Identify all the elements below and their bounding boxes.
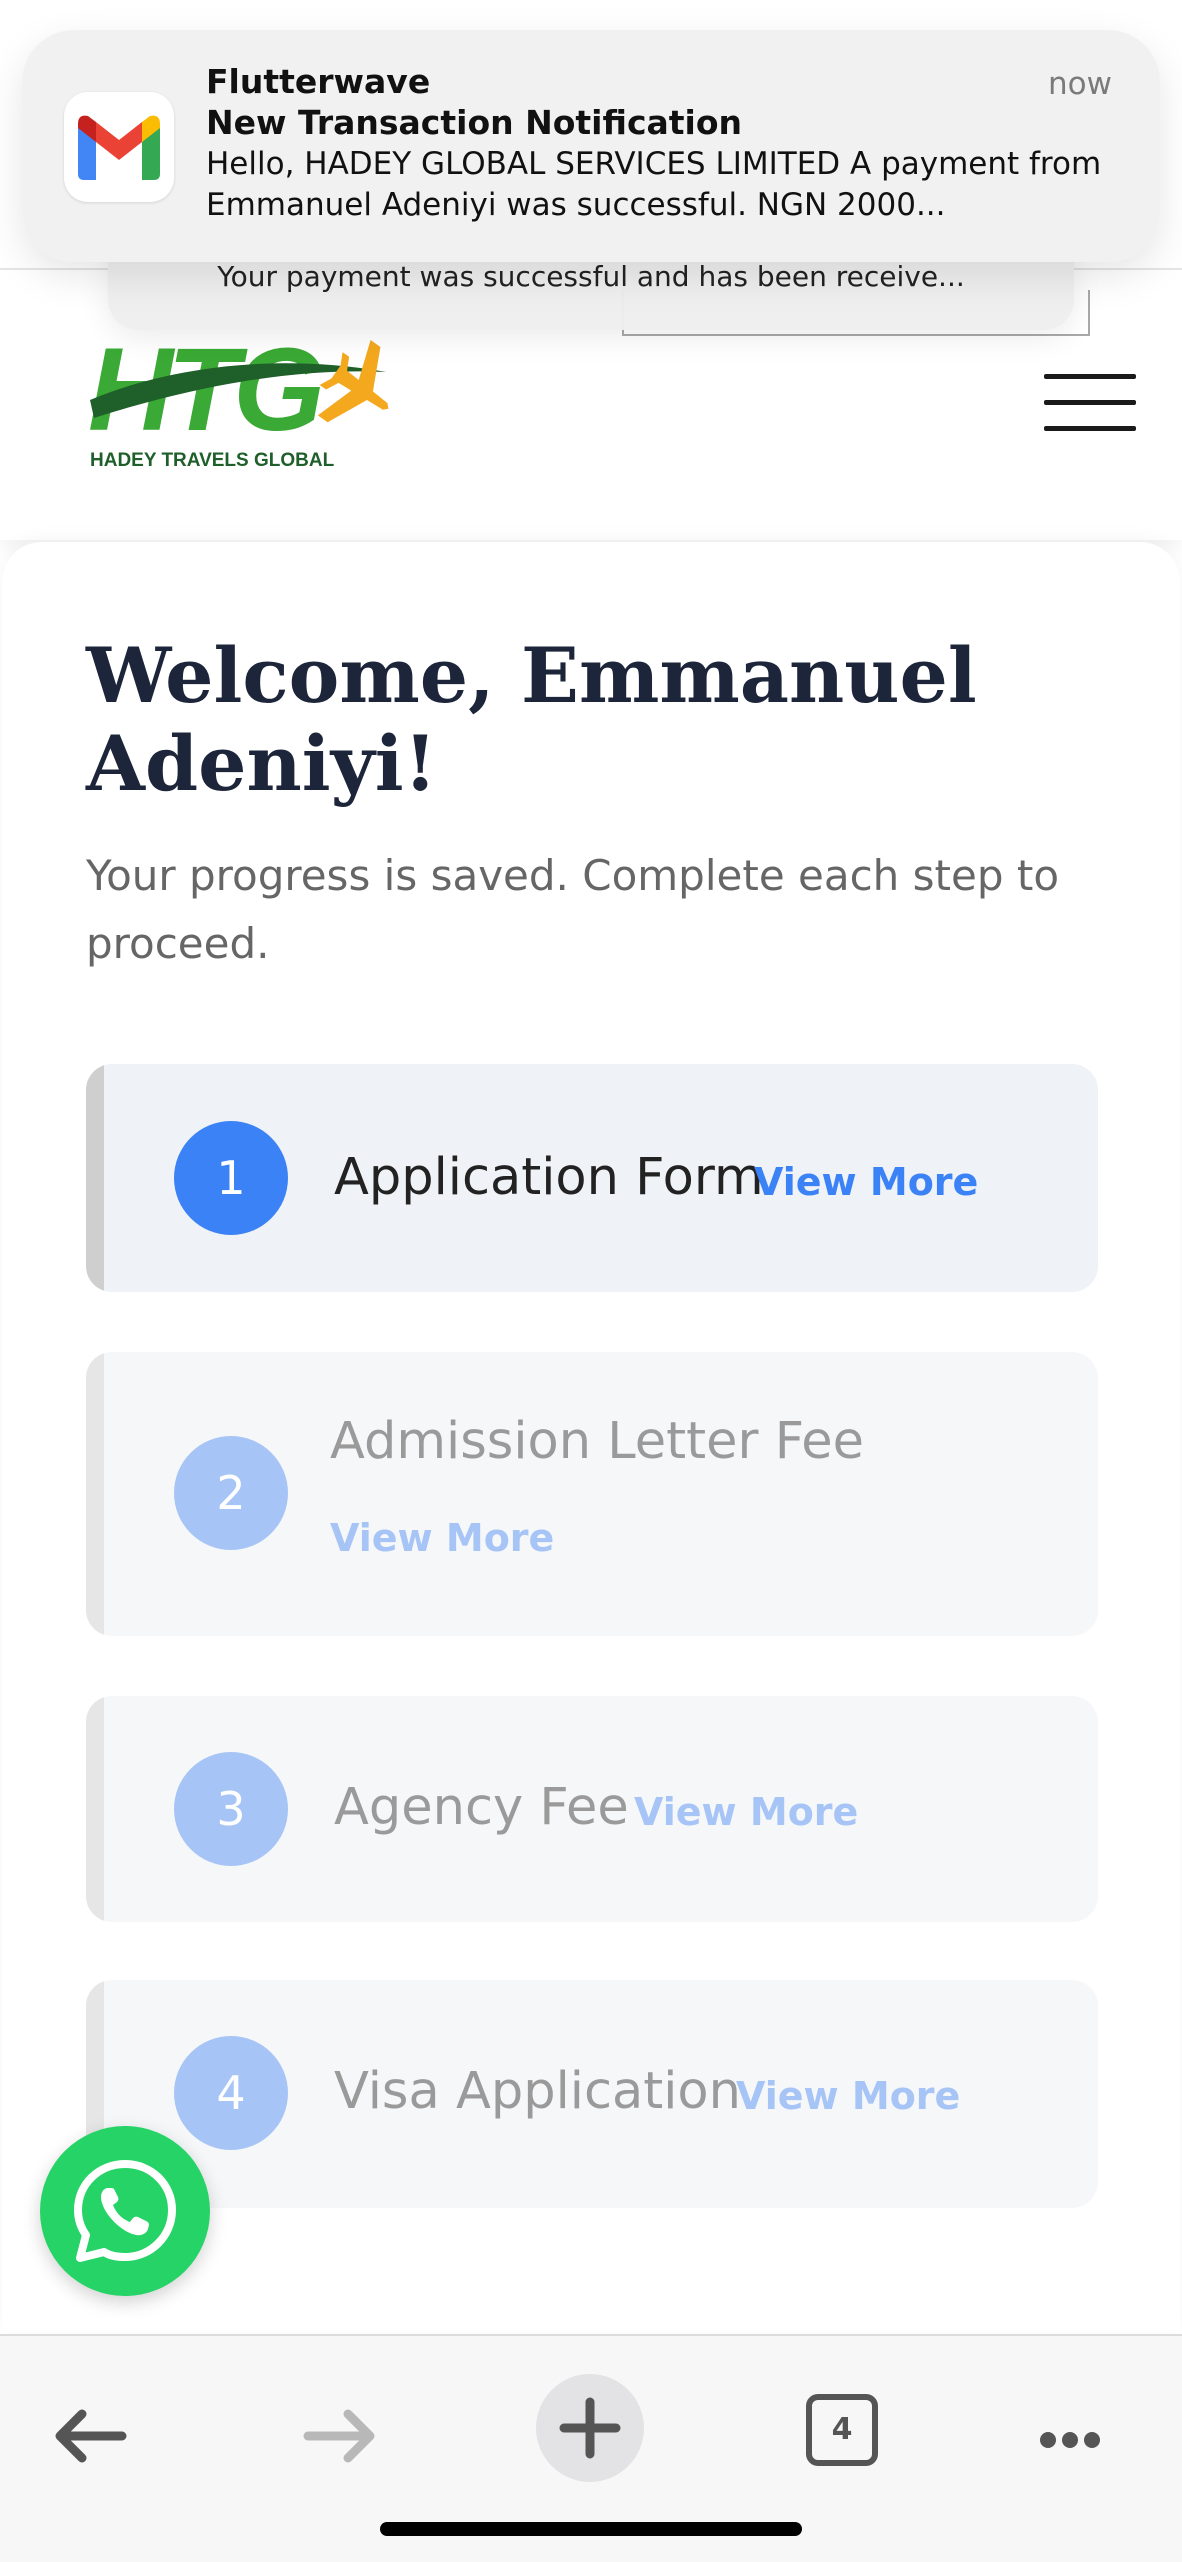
view-more-link[interactable]: View More xyxy=(330,1516,554,1560)
step-title: Visa Application xyxy=(334,2062,741,2121)
view-more-link[interactable]: View More xyxy=(736,2074,960,2118)
step-indicator-bar xyxy=(86,1696,104,1922)
step-admission-letter-fee[interactable]: 2 Admission Letter Fee View More xyxy=(86,1352,1098,1636)
notification-title: New Transaction Notification xyxy=(206,103,743,142)
page-title: Welcome, Emmanuel Adeniyi! xyxy=(86,631,977,808)
plus-icon xyxy=(559,2397,621,2459)
back-arrow-icon[interactable] xyxy=(30,2376,150,2496)
stacked-notification-text: Your payment was successful and has been… xyxy=(217,260,965,293)
notification-app-name: Flutterwave xyxy=(206,62,431,101)
gmail-icon xyxy=(64,92,174,202)
step-indicator-bar xyxy=(86,1064,104,1292)
step-indicator-bar xyxy=(86,1352,104,1636)
whatsapp-chat-button[interactable] xyxy=(40,2126,210,2296)
step-title: Agency Fee xyxy=(334,1778,629,1837)
new-tab-button[interactable] xyxy=(536,2374,644,2482)
step-number-badge: 4 xyxy=(174,2036,288,2150)
notification-time: now xyxy=(1048,66,1112,102)
step-title: Admission Letter Fee xyxy=(330,1412,865,1471)
logo-tagline: HADEY TRAVELS GLOBAL xyxy=(90,450,335,471)
more-dots-icon[interactable] xyxy=(1010,2376,1130,2496)
step-number-badge: 1 xyxy=(174,1121,288,1235)
step-number-badge: 2 xyxy=(174,1436,288,1550)
dashboard-card: Welcome, Emmanuel Adeniyi! Your progress… xyxy=(2,542,1180,2332)
tab-count-button[interactable]: 4 xyxy=(806,2394,878,2466)
step-application-form[interactable]: 1 Application Form View More xyxy=(86,1064,1098,1292)
forward-arrow-icon[interactable] xyxy=(280,2376,400,2496)
notification-banner[interactable]: Flutterwave now New Transaction Notifica… xyxy=(22,30,1160,262)
hamburger-icon[interactable] xyxy=(1040,370,1140,434)
whatsapp-icon xyxy=(74,2160,176,2262)
step-visa-application[interactable]: 4 Visa Application View More xyxy=(86,1980,1098,2208)
step-title: Application Form xyxy=(334,1148,764,1207)
home-indicator[interactable] xyxy=(380,2522,802,2536)
view-more-link[interactable]: View More xyxy=(634,1790,858,1834)
page-subtitle: Your progress is saved. Complete each st… xyxy=(86,851,1060,968)
step-number-badge: 3 xyxy=(174,1752,288,1866)
step-agency-fee[interactable]: 3 Agency Fee View More xyxy=(86,1696,1098,1922)
view-more-link[interactable]: View More xyxy=(754,1160,978,1204)
notification-body: Hello, HADEY GLOBAL SERVICES LIMITED A p… xyxy=(206,146,1102,223)
site-logo[interactable]: HTG HADEY TRAVELS GLOBAL xyxy=(86,322,436,482)
